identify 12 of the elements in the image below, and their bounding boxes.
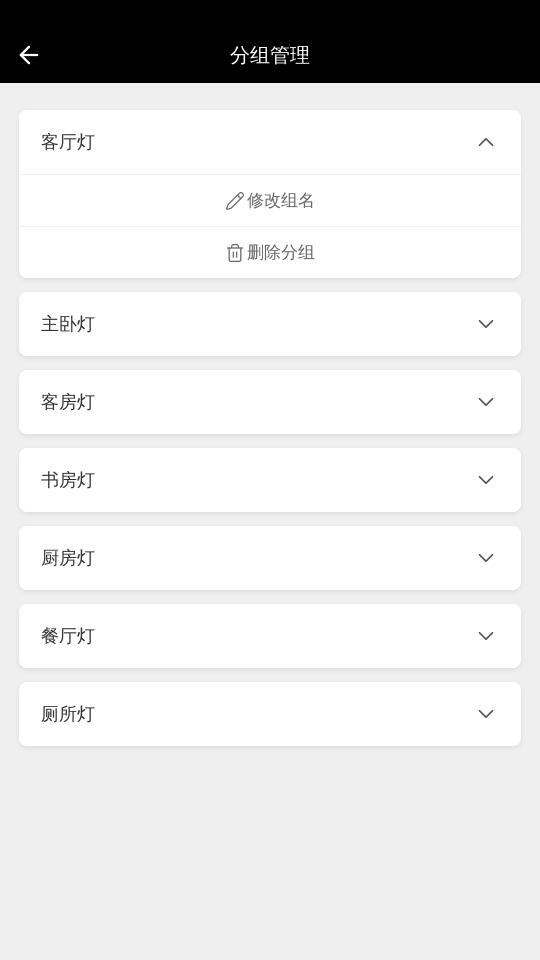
pencil-icon <box>225 190 245 210</box>
trash-icon <box>225 242 245 262</box>
group-header[interactable]: 厨房灯 <box>19 526 521 590</box>
group-header[interactable]: 餐厅灯 <box>19 604 521 668</box>
group-header[interactable]: 主卧灯 <box>19 292 521 356</box>
group-header[interactable]: 厕所灯 <box>19 682 521 746</box>
group-header[interactable]: 客厅灯 <box>19 110 521 174</box>
delete-group-button[interactable]: 删除分组 <box>225 240 315 266</box>
group-header[interactable]: 书房灯 <box>19 448 521 512</box>
rename-group-button[interactable]: 修改组名 <box>225 188 315 214</box>
group-header[interactable]: 客房灯 <box>19 370 521 434</box>
page-title: 分组管理 <box>230 44 310 68</box>
